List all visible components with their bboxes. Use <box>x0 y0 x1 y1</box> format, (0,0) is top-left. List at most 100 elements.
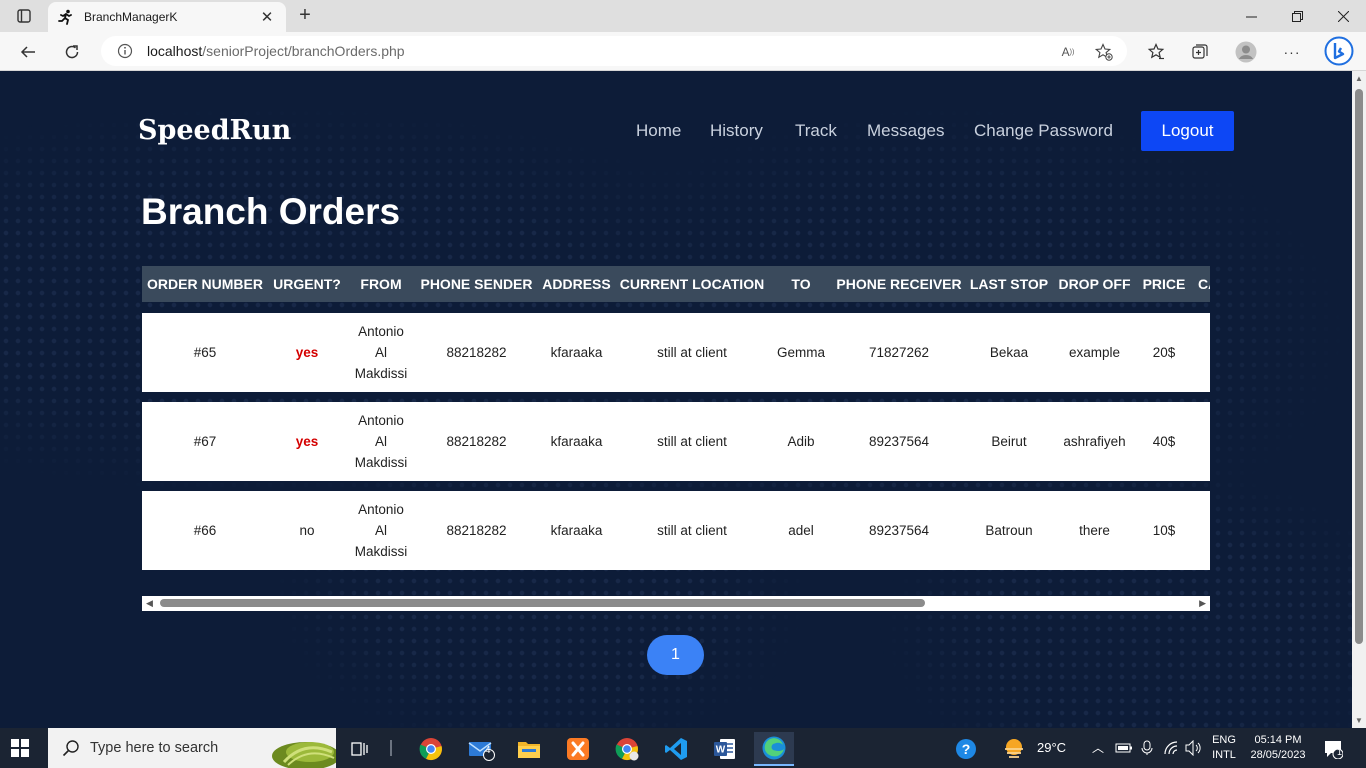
read-aloud-icon[interactable]: A)) <box>1059 43 1077 61</box>
favorites-star-icon <box>1147 43 1165 60</box>
new-tab-button[interactable]: + <box>292 4 318 28</box>
tab-actions-button[interactable] <box>6 4 42 28</box>
cell-from-line: Al <box>374 523 387 538</box>
nav-link-change-password[interactable]: Change Password <box>974 121 1113 141</box>
orders-table: ORDER NUMBER URGENT? FROM PHONE SENDER A… <box>142 266 1210 611</box>
site-logo[interactable]: SpeedRun <box>138 115 291 146</box>
copilot-button[interactable] <box>1324 36 1354 66</box>
scroll-right-arrow-icon[interactable]: ▶ <box>1199 598 1206 609</box>
cell-price: 20$ <box>1152 345 1176 360</box>
minimize-button[interactable] <box>1228 0 1274 32</box>
cell-phone-receiver: 89237564 <box>868 434 930 449</box>
collections-button[interactable] <box>1188 40 1212 64</box>
notification-count: 1 <box>1337 747 1343 757</box>
nav-link-messages[interactable]: Messages <box>867 121 944 141</box>
cell-from: Antonio Al Makdissi <box>346 402 416 481</box>
cell-from-line: Makdissi <box>354 455 408 470</box>
cell-last-stop: Bekaa <box>989 345 1029 360</box>
browser-toolbar: localhost/seniorProject/branchOrders.php… <box>0 32 1366 71</box>
add-favorite-icon[interactable] <box>1095 43 1113 61</box>
tab-actions-icon <box>17 9 31 23</box>
page-viewport: SpeedRun Home History Track Messages Cha… <box>0 71 1352 728</box>
cell-from-line: Makdissi <box>354 544 408 559</box>
site-info-icon[interactable] <box>117 43 133 59</box>
battery-icon[interactable] <box>1115 741 1133 755</box>
column-header-order-number: ORDER NUMBER <box>147 276 263 292</box>
page-title: Branch Orders <box>141 191 401 232</box>
wifi-icon[interactable] <box>1163 740 1179 756</box>
taskbar-app-word[interactable]: W <box>705 732 745 766</box>
tab-close-icon[interactable]: ✕ <box>258 8 276 26</box>
svg-text:?: ? <box>962 741 971 757</box>
system-clock[interactable]: 05:14 PM 28/05/2023 <box>1244 733 1312 763</box>
weather-temperature[interactable]: 29°C <box>1037 740 1066 755</box>
weather-widget[interactable] <box>999 732 1029 766</box>
notification-center-button[interactable]: 1 <box>1316 732 1350 766</box>
profile-button[interactable] <box>1234 40 1258 64</box>
cell-to: adel <box>788 523 814 538</box>
cell-phone-sender: 88218282 <box>446 345 507 360</box>
scroll-left-arrow-icon[interactable]: ◀ <box>146 598 153 609</box>
vertical-scroll-thumb[interactable] <box>1355 89 1363 644</box>
taskbar-app-chrome[interactable] <box>411 732 451 766</box>
folder-icon <box>518 742 540 758</box>
pagination-page-button[interactable]: 1 <box>647 635 704 675</box>
table-horizontal-scrollbar[interactable]: ◀ ▶ <box>142 596 1210 611</box>
cell-from-line: Antonio <box>358 413 404 428</box>
weather-sun-haze-icon <box>1005 739 1023 758</box>
column-header-phone-receiver: PHONE RECEIVER <box>836 276 962 292</box>
volume-icon[interactable] <box>1185 740 1203 756</box>
taskbar-app-xampp[interactable] <box>558 732 598 766</box>
logout-button[interactable]: Logout <box>1141 111 1234 151</box>
cell-to: Gemma <box>776 345 825 360</box>
language-layout: INTL <box>1212 749 1236 761</box>
word-icon: W <box>714 739 735 759</box>
taskbar-help-button[interactable]: ? <box>946 732 986 766</box>
taskbar-app-mail[interactable]: 4 <box>461 732 501 766</box>
taskbar-app-chrome-profile[interactable] <box>607 732 647 766</box>
taskbar-search-box[interactable]: Type here to search <box>48 728 336 768</box>
restore-button[interactable] <box>1274 0 1320 32</box>
taskbar-app-file-explorer[interactable] <box>509 732 549 766</box>
task-view-icon <box>351 742 368 756</box>
table-row: #66 no Antonio Al Makdissi 88218282 kfar… <box>142 491 1210 570</box>
nav-link-track[interactable]: Track <box>795 121 837 141</box>
nav-link-history[interactable]: History <box>710 121 763 141</box>
scroll-down-arrow-icon[interactable]: ▼ <box>1355 716 1363 725</box>
search-placeholder: Type here to search <box>90 740 219 756</box>
cell-order-number: #66 <box>193 523 217 538</box>
column-header-address: ADDRESS <box>542 276 611 292</box>
clock-time: 05:14 PM <box>1254 734 1302 746</box>
browser-tab-bar: BranchManagerK ✕ + <box>0 0 1366 32</box>
page-vertical-scrollbar[interactable]: ▲ ▼ <box>1352 71 1366 728</box>
more-options-button[interactable]: ··· <box>1280 40 1304 64</box>
nav-link-home[interactable]: Home <box>636 121 681 141</box>
meet-now-icon[interactable] <box>1140 740 1154 756</box>
minimize-icon <box>1245 16 1257 17</box>
scroll-up-arrow-icon[interactable]: ▲ <box>1355 74 1363 83</box>
windows-start-icon[interactable] <box>10 738 30 758</box>
cell-current-location: still at client <box>657 523 727 538</box>
chrome-icon <box>419 738 442 761</box>
column-header-last-stop: LAST STOP <box>969 276 1049 292</box>
reload-button[interactable] <box>58 38 86 66</box>
cell-phone-receiver: 89237564 <box>868 523 930 538</box>
taskbar-app-edge[interactable] <box>754 732 794 766</box>
show-hidden-icons-chevron-icon[interactable]: ︿ <box>1092 739 1104 756</box>
taskbar-app-vscode[interactable] <box>656 732 696 766</box>
task-view-button[interactable] <box>340 732 380 766</box>
active-tab[interactable]: BranchManagerK ✕ <box>48 2 286 32</box>
cell-price: 40$ <box>1152 434 1176 449</box>
cell-address: kfaraaka <box>550 523 603 538</box>
close-window-button[interactable] <box>1320 0 1366 32</box>
cell-from: Antonio Al Makdissi <box>346 313 416 392</box>
cell-drop-off: ashrafiyeh <box>1063 434 1126 449</box>
horizontal-scroll-thumb[interactable] <box>160 599 925 607</box>
column-header-phone-sender: PHONE SENDER <box>420 276 533 292</box>
favorites-button[interactable] <box>1144 40 1168 64</box>
input-language-indicator[interactable]: ENG INTL <box>1209 733 1239 763</box>
address-bar[interactable]: localhost/seniorProject/branchOrders.php… <box>101 36 1127 66</box>
cell-urgent: no <box>299 523 315 538</box>
back-button[interactable] <box>14 38 42 66</box>
cell-drop-off: there <box>1079 523 1110 538</box>
